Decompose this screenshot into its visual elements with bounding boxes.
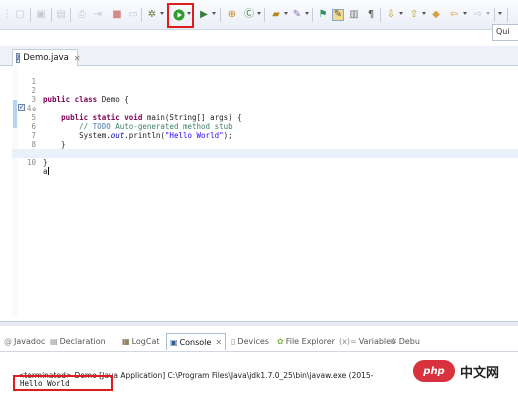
last-edit-icon[interactable]: ◆	[430, 9, 442, 21]
skip-icon[interactable]: ⇥	[92, 9, 104, 21]
next-annotation-icon[interactable]: ⇩	[385, 9, 397, 21]
toolbar-separator	[264, 8, 265, 22]
run-external-icon[interactable]: ▶	[198, 9, 210, 21]
build-icon[interactable]: ⊕	[226, 9, 238, 21]
current-code-line: 10 a	[12, 149, 518, 176]
tab-label: File Explorer	[285, 337, 335, 346]
toolbar-separator	[141, 8, 142, 22]
code-text: a	[43, 167, 49, 176]
paragraph-icon[interactable]: ¶	[365, 9, 377, 21]
external-dropdown-icon[interactable]	[212, 12, 216, 15]
show-whitespace-icon[interactable]: ▥	[348, 9, 360, 21]
java-file-icon: J	[16, 53, 21, 63]
debug-dropdown-icon[interactable]	[160, 12, 164, 15]
forward-icon[interactable]: ⇨	[472, 9, 484, 21]
tab-file-explorer[interactable]: ✿ File Explorer	[277, 334, 335, 349]
panel-tab-bar: @ Javadoc ▤ Declaration ▦ LogCat ▣ Conso…	[0, 330, 518, 352]
code-editor[interactable]: 1 2 public class Demo { 3 4⊖ public stat…	[12, 66, 518, 316]
panel-divider[interactable]	[0, 321, 518, 326]
search-icon[interactable]: ✎	[291, 9, 303, 21]
text-caret	[47, 167, 49, 175]
stop-icon[interactable]: ■	[111, 9, 123, 21]
output-highlight: Hello World	[13, 375, 113, 391]
tab-javadoc[interactable]: @ Javadoc	[4, 334, 45, 349]
open-folder-icon[interactable]: ▰	[270, 9, 282, 21]
watermark-text: 中文网	[460, 366, 500, 381]
line-number: 10	[26, 158, 36, 167]
open-folder-dropdown-icon[interactable]	[284, 12, 288, 15]
quick-access-label: Qui	[496, 27, 510, 36]
disconnect-icon[interactable]: ▭	[128, 9, 138, 21]
toolbar-grip-icon: ⋮	[2, 9, 12, 20]
code-line: 1	[12, 68, 518, 86]
editor-tab-bar: J Demo.java ✕	[0, 46, 518, 66]
tab-label: Devices	[237, 337, 269, 346]
toolbar-separator	[220, 8, 221, 22]
toolbar-separator	[70, 8, 71, 22]
code-line: 7 }	[12, 122, 518, 149]
close-icon[interactable]: ✕	[74, 54, 81, 63]
main-toolbar: ⋮ ▢ ▣ ▤ ⎙ ⇥ ■ ▭ ✲ ▶ ⊕ Ⓒ ▰ ✎ ⚑ ✎ ▥ ¶ ⇩ ⇧ …	[0, 0, 518, 30]
toolbar-separator	[30, 8, 31, 22]
annotation-icon[interactable]: ⚑	[317, 9, 329, 21]
print-icon[interactable]: ⎙	[76, 9, 88, 21]
code-line: 5 // TODO Auto-generated method stub	[12, 104, 518, 131]
prev-annotation-icon[interactable]: ⇧	[408, 9, 420, 21]
code-line: 6 System.out.println("Hello World");	[12, 113, 518, 140]
at-icon: @	[4, 337, 12, 346]
prev-annotation-dropdown-icon[interactable]	[422, 12, 426, 15]
new-icon[interactable]: ▢	[14, 9, 26, 21]
tab-demo-java[interactable]: J Demo.java ✕	[12, 49, 81, 66]
php-watermark-badge: php	[413, 360, 455, 382]
console-icon: ▣	[170, 337, 178, 347]
toolbar-overflow-icon[interactable]	[498, 12, 502, 15]
toolbar-separator	[312, 8, 313, 22]
back-dropdown-icon[interactable]	[463, 12, 467, 15]
code-line: 2 public class Demo {	[12, 77, 518, 104]
toolbar-separator	[51, 8, 52, 22]
variables-icon: (x)=	[339, 337, 357, 346]
device-icon: ▯	[231, 337, 236, 346]
search-dropdown-icon[interactable]	[305, 12, 309, 15]
back-icon[interactable]: ⇦	[448, 9, 460, 21]
new-class-icon[interactable]: Ⓒ	[243, 9, 255, 21]
tab-declaration[interactable]: ▤ Declaration	[50, 334, 106, 349]
tab-debug[interactable]: ✲ Debu	[390, 334, 420, 349]
console-output-text: Hello World	[20, 379, 70, 388]
tab-label: Demo.java	[23, 53, 69, 63]
code-text: }	[43, 158, 48, 167]
declaration-icon: ▤	[50, 337, 58, 346]
code-line: 3	[12, 86, 518, 104]
watermark-badge-text: php	[423, 365, 445, 377]
debug-icon[interactable]: ✲	[146, 9, 158, 21]
run-button-highlight	[167, 3, 194, 28]
new-class-dropdown-icon[interactable]	[257, 12, 261, 15]
toolbar-separator	[380, 8, 381, 22]
forward-dropdown-icon[interactable]	[486, 12, 490, 15]
save-all-icon[interactable]: ▤	[55, 9, 67, 21]
tab-label: Declaration	[59, 337, 106, 346]
code-line: 8	[12, 131, 518, 149]
logcat-icon: ▦	[122, 337, 130, 346]
close-icon[interactable]: ✕	[215, 338, 222, 347]
tab-label: Debu	[398, 337, 420, 346]
tab-label: LogCat	[131, 337, 160, 346]
tab-devices[interactable]: ▯ Devices	[231, 334, 269, 349]
debug-bug-icon: ✲	[390, 337, 397, 346]
mark-occurrences-icon[interactable]: ✎	[332, 9, 344, 21]
tab-logcat[interactable]: ▦ LogCat	[122, 334, 159, 349]
android-icon: ✿	[277, 337, 284, 346]
tab-label: Javadoc	[14, 337, 46, 346]
tab-console[interactable]: ▣ Console ✕	[166, 333, 227, 350]
toolbar-separator	[494, 8, 495, 22]
next-annotation-dropdown-icon[interactable]	[399, 12, 403, 15]
tab-variables[interactable]: (x)= Variables	[339, 334, 395, 349]
toolbar-separator	[507, 8, 508, 22]
code-line: 4⊖ public static void main(String[] args…	[12, 95, 518, 122]
quick-access-field[interactable]: Qui	[492, 24, 518, 41]
code-line: 9 }	[12, 140, 518, 167]
save-icon[interactable]: ▣	[35, 9, 47, 21]
tab-label: Console	[179, 337, 212, 347]
